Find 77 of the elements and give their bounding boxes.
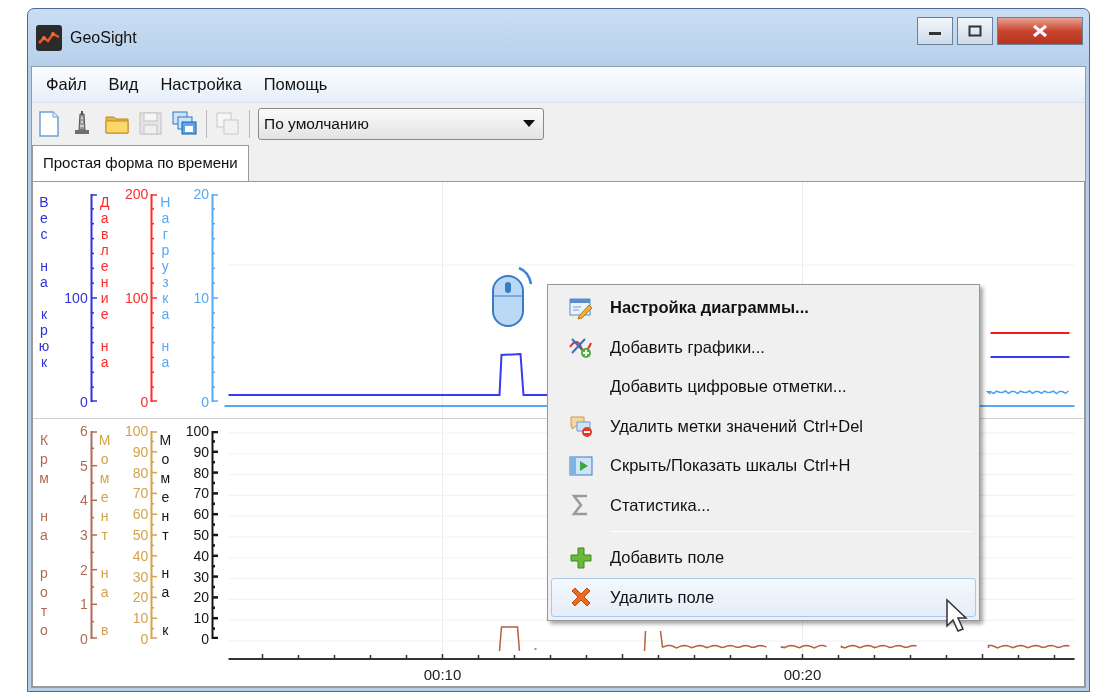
menu-item[interactable]: Настройка диаграммы...: [551, 288, 976, 328]
axis-tick-label: 40: [193, 547, 209, 564]
axis-tick-label: 0: [79, 631, 88, 647]
trace-line: [498, 626, 538, 652]
axis-tick-label: 10: [193, 610, 209, 627]
stacked-windows-icon[interactable]: [172, 110, 198, 138]
panel-play-icon: [569, 453, 593, 478]
axis-tick-label: 5: [79, 457, 88, 474]
axis-tick-label: 70: [193, 485, 209, 502]
axis-tick-label: 1: [79, 596, 88, 613]
close-button[interactable]: [997, 17, 1083, 45]
axis-tick-label: 0: [140, 631, 149, 647]
menu-bar-item[interactable]: Вид: [98, 70, 149, 99]
axis-title: Нагрузка на: [159, 194, 172, 370]
menu-item[interactable]: Удалить поле: [551, 577, 976, 617]
menu-item[interactable]: Статистика...: [551, 485, 976, 525]
shortcut-text: Ctrl+H: [803, 455, 851, 477]
chat-remove-icon: [569, 414, 593, 439]
axis-title: Момент на к: [158, 431, 173, 640]
menu-item[interactable]: Скрыть/Показать шкалы Ctrl+H: [551, 446, 976, 486]
axis-tick-label: 30: [193, 568, 209, 585]
menu-item[interactable]: Добавить поле: [551, 538, 976, 578]
time-label: 00:20: [783, 666, 822, 683]
axis-tick-label: 0: [79, 394, 88, 410]
axis-tick-label: 50: [193, 527, 209, 543]
maximize-button[interactable]: [957, 17, 993, 45]
axis-tick-label: 20: [193, 186, 209, 202]
axis-tick-label: 80: [193, 464, 209, 481]
menu-item[interactable]: Добавить графики...: [551, 327, 976, 367]
axis-tick-label: 20: [132, 589, 149, 606]
axis-tick-label: 0: [140, 394, 149, 410]
axis-title: Крм на рото: [38, 431, 50, 640]
axis-tick-label: 200: [125, 186, 149, 202]
axis-tick-label: 30: [132, 568, 149, 585]
axis-tick-label: 100: [64, 290, 88, 306]
axis-tick-label: 10: [132, 610, 149, 627]
axis-tick-label: 70: [132, 485, 149, 502]
axis-tick-label: 20: [193, 589, 209, 606]
window-title: GeoSight: [70, 27, 137, 48]
axis-tick-label: 6: [79, 423, 88, 439]
minimize-button[interactable]: [917, 17, 953, 45]
menu-item[interactable]: Добавить цифровые отметки...: [551, 367, 976, 407]
axis-tick-label: 0: [201, 631, 209, 647]
axis-title: Давление на: [98, 194, 111, 370]
tab[interactable]: Простая форма по времени: [32, 144, 249, 181]
menu-bar-item[interactable]: Файл: [36, 70, 97, 99]
time-label: 00:10: [423, 666, 462, 683]
axis-tick-label: 90: [193, 443, 209, 460]
maximize-icon: [968, 25, 982, 37]
axis-title: Момент на в: [97, 431, 112, 640]
axis-tick-label: 3: [79, 527, 88, 543]
close-icon: [1032, 24, 1048, 38]
axis-tick-label: 100: [125, 290, 149, 306]
axis-tick-label: 2: [79, 561, 88, 578]
shortcut-text: Ctrl+Del: [802, 415, 863, 437]
chart-settings-icon: [569, 295, 593, 320]
axis-tick-label: 40: [132, 547, 149, 564]
axis-tick-label: 100: [185, 423, 209, 439]
axis-tick-label: 0: [201, 394, 209, 410]
axis-tick-label: 80: [132, 464, 149, 481]
plus-icon: [569, 545, 593, 570]
axis-title: Вес на крюк: [37, 194, 51, 370]
menu-bar-item[interactable]: Помощь: [253, 70, 338, 99]
preset-dropdown[interactable]: По умолчанию: [258, 108, 544, 140]
caret-icon: [523, 120, 535, 128]
axis-tick-label: 4: [79, 492, 88, 509]
menu-bar-item[interactable]: Настройка: [150, 70, 252, 99]
axis-tick-label: 90: [132, 443, 149, 460]
axis-tick-label: 60: [193, 506, 209, 523]
axis-tick-label: 60: [132, 506, 149, 523]
axis-tick-label: 10: [193, 290, 209, 306]
axis-tick-label: 50: [132, 527, 149, 543]
axis-tick-label: 100: [125, 423, 149, 439]
menu-item[interactable]: Удалить метки значений Ctrl+Del: [551, 406, 976, 446]
app-logo-icon: [36, 24, 62, 51]
new-document-icon[interactable]: [36, 110, 62, 138]
cursor-icon: [945, 598, 971, 634]
